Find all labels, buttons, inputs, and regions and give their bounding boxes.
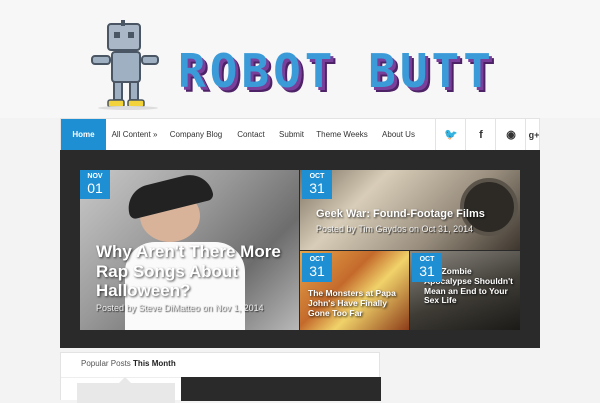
popular-post-tab[interactable]: [77, 383, 175, 403]
nav-item-theme-weeks[interactable]: Theme Weeks: [313, 119, 371, 150]
post-meta: Posted by Tim Gaydos on Oct 31, 2014: [316, 224, 474, 234]
date-day: 01: [87, 180, 103, 196]
post-meta: Posted by Steve DiMatteo on Nov 1, 2014: [96, 303, 264, 313]
popular-post-thumbnail[interactable]: [181, 377, 381, 401]
date-badge: OCT 31: [412, 253, 442, 282]
date-badge: NOV 01: [80, 170, 110, 199]
robot-mascot-icon[interactable]: [88, 20, 166, 110]
popular-posts-widget: Popular Posts This Month: [60, 352, 381, 403]
facebook-icon[interactable]: f: [465, 119, 496, 150]
featured-post-top-right[interactable]: Geek War: Found-Footage Films Posted by …: [300, 170, 520, 250]
post-title[interactable]: Why Aren't There More Rap Songs About Ha…: [96, 242, 286, 301]
date-month: OCT: [309, 173, 325, 180]
rss-icon[interactable]: ◉: [495, 119, 526, 150]
google-plus-icon[interactable]: g+: [525, 119, 542, 150]
date-day: 31: [419, 263, 435, 279]
popular-label-suffix: This Month: [133, 359, 176, 368]
date-badge: OCT 31: [302, 170, 332, 199]
nav-item-home[interactable]: Home: [61, 119, 106, 150]
date-month: NOV: [87, 173, 103, 180]
nav-item-about-us[interactable]: About Us: [376, 119, 421, 150]
twitter-icon[interactable]: 🐦: [435, 119, 466, 150]
date-day: 31: [309, 180, 325, 196]
nav-item-all-content[interactable]: All Content »: [108, 119, 161, 150]
date-day: 31: [309, 263, 325, 279]
featured-post-main[interactable]: Why Aren't There More Rap Songs About Ha…: [80, 170, 299, 330]
date-month: OCT: [419, 256, 435, 263]
site-header: ROBOT BUTT: [0, 0, 600, 118]
nav-item-company-blog[interactable]: Company Blog: [166, 119, 226, 150]
popular-label-prefix: Popular Posts: [81, 359, 131, 368]
nav-item-submit[interactable]: Submit: [274, 119, 309, 150]
date-month: OCT: [309, 256, 325, 263]
nav-item-contact[interactable]: Contact: [231, 119, 271, 150]
main-navigation: Home All Content » Company Blog Contact …: [60, 118, 540, 150]
featured-slider: Why Aren't There More Rap Songs About Ha…: [60, 150, 540, 348]
popular-posts-heading: Popular Posts This Month: [81, 359, 176, 368]
post-title[interactable]: The Monsters at Papa John's Have Finally…: [308, 288, 408, 318]
post-title[interactable]: Geek War: Found-Footage Films: [316, 208, 485, 220]
date-badge: OCT 31: [302, 253, 332, 282]
site-logo[interactable]: ROBOT BUTT: [178, 48, 495, 94]
